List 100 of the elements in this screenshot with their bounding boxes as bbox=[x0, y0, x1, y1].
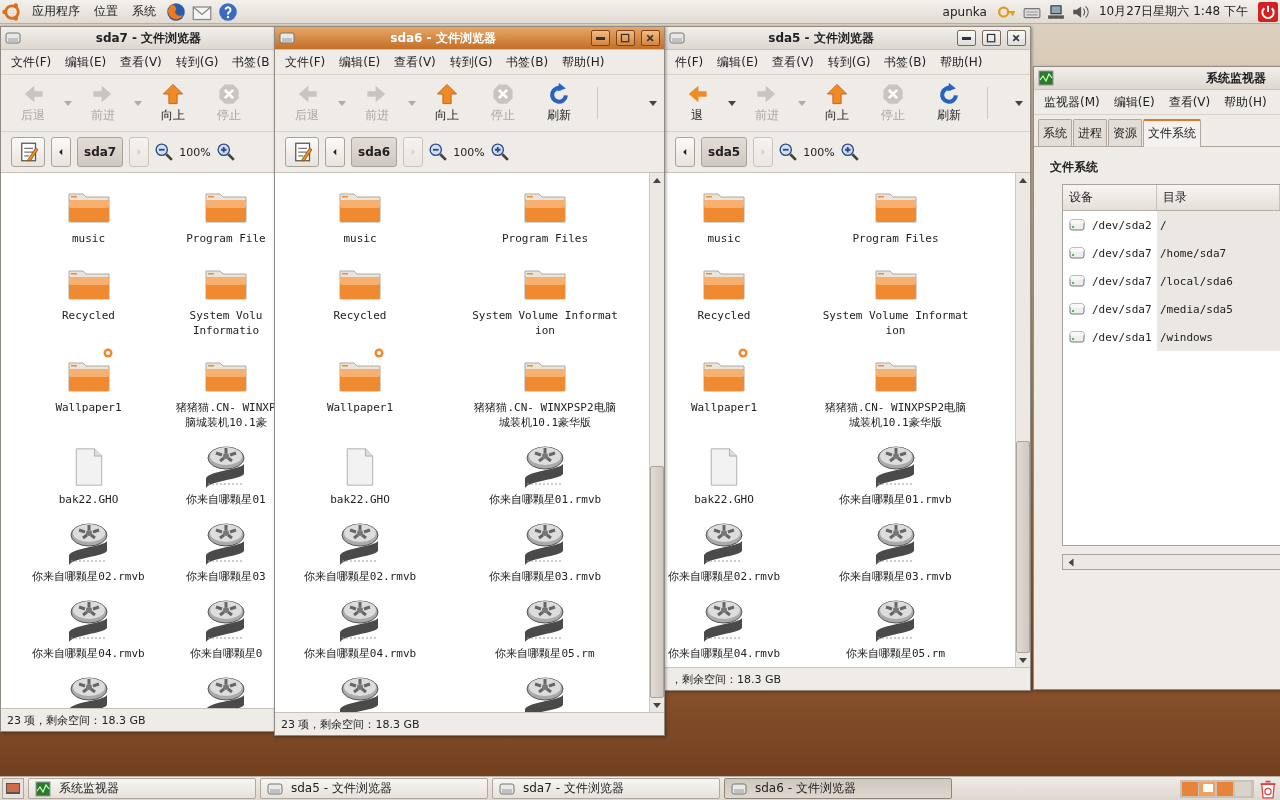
refresh-button[interactable]: 刷新 bbox=[921, 80, 977, 126]
file-name[interactable]: music bbox=[707, 231, 741, 246]
file-name[interactable]: 你来自哪颗星01 bbox=[186, 492, 266, 507]
path-back-button[interactable] bbox=[325, 137, 345, 167]
menu-item[interactable]: 查看(V) bbox=[114, 51, 168, 73]
title-bar[interactable]: sda5 - 文件浏览器 bbox=[665, 27, 1030, 50]
file-name[interactable]: 你来自哪颗星04.rmvb bbox=[303, 646, 417, 661]
menu-item[interactable]: 帮助(H) bbox=[556, 51, 611, 73]
path-button[interactable]: sda5 bbox=[701, 137, 748, 167]
menu-item[interactable]: 编辑(E) bbox=[333, 51, 387, 73]
path-forward-button[interactable] bbox=[403, 137, 424, 167]
tab[interactable]: 资源 bbox=[1108, 119, 1142, 146]
show-desktop-button[interactable] bbox=[2, 778, 24, 799]
file-name[interactable]: Recycled bbox=[62, 308, 115, 323]
file-name[interactable]: 猪猪猫.CN- WINXPSP2电脑城装机10.1豪华版 bbox=[470, 400, 620, 430]
menu-item[interactable]: 查看(V) bbox=[766, 51, 820, 73]
file-name[interactable]: System Volume Information bbox=[470, 308, 620, 338]
panel-menu[interactable]: 位置 bbox=[90, 3, 122, 20]
file-name[interactable]: 你来自哪颗星02.rmvb bbox=[303, 569, 417, 584]
taskbar-button[interactable]: sda7 - 文件浏览器 bbox=[492, 778, 720, 799]
file-name[interactable]: Program File bbox=[186, 231, 266, 246]
minimize-button[interactable] bbox=[957, 30, 976, 46]
maximize-button[interactable] bbox=[616, 30, 635, 46]
menu-item[interactable]: 转到(G) bbox=[169, 51, 225, 73]
up-button[interactable]: 向上 bbox=[145, 80, 201, 126]
title-bar[interactable]: sda7 - 文件浏览器 bbox=[1, 27, 274, 50]
panel-menu[interactable]: 应用程序 bbox=[28, 3, 84, 20]
menu-item[interactable]: 书签(B bbox=[226, 51, 276, 73]
refresh-button[interactable]: 刷新 bbox=[531, 80, 587, 126]
file-name[interactable]: 你来自哪颗星05.rm bbox=[495, 646, 595, 661]
file-name[interactable]: 你来自哪颗星02.rmvb bbox=[667, 569, 781, 584]
path-back-button[interactable] bbox=[51, 137, 71, 167]
menu-item[interactable]: 转到(G) bbox=[821, 51, 877, 73]
menu-item[interactable]: 帮助(H) bbox=[934, 51, 989, 73]
menu-item[interactable]: 文件(F) bbox=[5, 51, 58, 73]
taskbar-button[interactable]: sda6 - 文件浏览器 bbox=[724, 778, 952, 799]
edit-location-button[interactable] bbox=[285, 137, 319, 167]
file-name[interactable]: bak22.GHO bbox=[58, 492, 119, 507]
menu-item[interactable]: 帮助(H) bbox=[1218, 91, 1273, 113]
file-name[interactable]: 你来自哪颗星03.rmvb bbox=[839, 569, 952, 584]
file-name[interactable]: Wallpaper1 bbox=[690, 400, 758, 415]
tab[interactable]: 文件系统 bbox=[1143, 119, 1201, 147]
file-name[interactable]: System Volume Information bbox=[820, 308, 971, 338]
clock[interactable]: 10月27日星期六 1:48 下午 bbox=[1094, 3, 1252, 20]
menu-item[interactable]: 监视器(M) bbox=[1038, 91, 1106, 113]
file-name[interactable]: Recycled bbox=[697, 308, 751, 323]
file-name[interactable]: 你来自哪颗星02.rmvb bbox=[32, 569, 145, 584]
column-header[interactable]: 设备 bbox=[1063, 185, 1157, 210]
back-button[interactable]: 退 bbox=[669, 80, 725, 126]
file-name[interactable]: bak22.GHO bbox=[330, 492, 390, 507]
menu-item[interactable]: 转到(G) bbox=[443, 51, 499, 73]
menu-item[interactable]: 件(F) bbox=[669, 51, 710, 73]
taskbar-button[interactable]: 系统监视器 bbox=[28, 778, 256, 799]
file-name[interactable]: Wallpaper1 bbox=[55, 400, 122, 415]
file-name[interactable]: 你来自哪颗星04.rmvb bbox=[667, 646, 781, 661]
user-name[interactable]: apunka bbox=[938, 4, 991, 19]
file-name[interactable]: 你来自哪颗星0 bbox=[189, 646, 263, 661]
file-name[interactable]: 你来自哪颗星05.rm bbox=[845, 646, 946, 661]
menu-item[interactable]: 文件(F) bbox=[279, 51, 332, 73]
file-name[interactable]: 你来自哪颗星01.rmvb bbox=[839, 492, 952, 507]
menu-item[interactable]: 书签(B) bbox=[500, 51, 555, 73]
file-name[interactable]: Wallpaper1 bbox=[326, 400, 394, 415]
file-name[interactable]: System Volu Informatio bbox=[189, 308, 263, 338]
close-button[interactable] bbox=[1007, 30, 1026, 46]
menu-item[interactable]: 编辑(E) bbox=[59, 51, 113, 73]
vertical-scrollbar[interactable] bbox=[1015, 173, 1030, 667]
file-name[interactable]: Program Files bbox=[852, 231, 939, 246]
up-button[interactable]: 向上 bbox=[809, 80, 865, 126]
tab[interactable]: 系统 bbox=[1038, 119, 1072, 146]
file-name[interactable]: 你来自哪颗星03 bbox=[186, 569, 266, 584]
title-bar[interactable]: 系统监视器 bbox=[1034, 67, 1280, 90]
vertical-scrollbar[interactable] bbox=[649, 173, 664, 712]
path-button[interactable]: sda7 bbox=[77, 137, 124, 167]
menu-item[interactable]: 编辑(E) bbox=[711, 51, 765, 73]
menu-item[interactable]: 查看(V) bbox=[1162, 91, 1217, 113]
file-name[interactable]: Recycled bbox=[333, 308, 387, 323]
tab[interactable]: 进程 bbox=[1073, 119, 1107, 146]
file-name[interactable]: music bbox=[343, 231, 377, 246]
file-name[interactable]: 你来自哪颗星03.rmvb bbox=[488, 569, 602, 584]
file-name[interactable]: music bbox=[71, 231, 106, 246]
panel-menu[interactable]: 系统 bbox=[128, 3, 160, 20]
path-back-button[interactable] bbox=[675, 137, 695, 167]
file-name[interactable]: 你来自哪颗星01.rmvb bbox=[488, 492, 602, 507]
horizontal-scrollbar[interactable] bbox=[1062, 554, 1280, 570]
path-forward-button[interactable] bbox=[129, 137, 150, 167]
maximize-button[interactable] bbox=[982, 30, 1001, 46]
menu-item[interactable]: 编辑(E) bbox=[1107, 91, 1161, 113]
edit-location-button[interactable] bbox=[11, 137, 45, 167]
file-name[interactable]: 你来自哪颗星04.rmvb bbox=[32, 646, 145, 661]
taskbar-button[interactable]: sda5 - 文件浏览器 bbox=[260, 778, 488, 799]
path-button[interactable]: sda6 bbox=[351, 137, 398, 167]
path-forward-button[interactable] bbox=[753, 137, 774, 167]
file-name[interactable]: 猪猪猫.CN- WINXPSP2电脑城装机10.1豪华版 bbox=[820, 400, 971, 430]
minimize-button[interactable] bbox=[591, 30, 610, 46]
column-header[interactable]: 目录 bbox=[1157, 185, 1280, 210]
file-name[interactable]: Program Files bbox=[501, 231, 589, 246]
menu-item[interactable]: 书签(B) bbox=[878, 51, 933, 73]
up-button[interactable]: 向上 bbox=[419, 80, 475, 126]
file-name[interactable]: bak22.GHO bbox=[694, 492, 754, 507]
menu-item[interactable]: 查看(V) bbox=[388, 51, 442, 73]
